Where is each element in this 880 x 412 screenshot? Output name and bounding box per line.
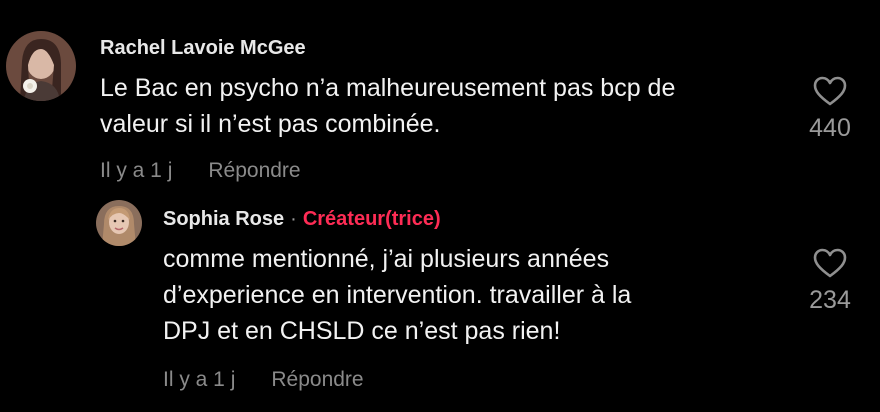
like-button[interactable]: 234 — [795, 248, 865, 315]
reply-button[interactable]: Répondre — [208, 159, 300, 182]
like-count: 234 — [809, 286, 851, 314]
reply-button[interactable]: Répondre — [271, 368, 363, 391]
reply-header: Sophia Rose · Créateur(trice) — [163, 208, 441, 231]
creator-badge: Créateur(trice) — [302, 208, 441, 230]
reply-text-line: d’experience en intervention. travailler… — [163, 281, 632, 309]
like-count: 440 — [809, 114, 851, 142]
avatar[interactable] — [96, 200, 142, 246]
separator-dot: · — [290, 208, 297, 230]
comment-text: Le Bac en psycho n’a malheureusement pas… — [100, 70, 675, 142]
reply-text: comme mentionné, j’ai plusieurs années d… — [163, 241, 631, 349]
reply-text-line: comme mentionné, j’ai plusieurs années — [163, 245, 610, 273]
like-button[interactable]: 440 — [795, 76, 865, 143]
comment-text-line: valeur si il n’est pas combinée. — [100, 110, 441, 138]
avatar[interactable] — [6, 31, 76, 101]
comment-timestamp: Il y a 1 j — [100, 159, 173, 182]
reply-meta: Il y a 1 j Répondre — [163, 368, 364, 392]
comment-username[interactable]: Rachel Lavoie McGee — [100, 37, 306, 60]
comment-meta: Il y a 1 j Répondre — [100, 159, 301, 183]
heart-outline-icon — [813, 248, 847, 278]
reply-text-line: DPJ et en CHSLD ce n’est pas rien! — [163, 317, 561, 345]
reply-timestamp: Il y a 1 j — [163, 368, 236, 391]
heart-outline-icon — [813, 76, 847, 106]
comment-text-line: Le Bac en psycho n’a malheureusement pas… — [100, 74, 676, 102]
reply-username[interactable]: Sophia Rose — [163, 208, 284, 230]
